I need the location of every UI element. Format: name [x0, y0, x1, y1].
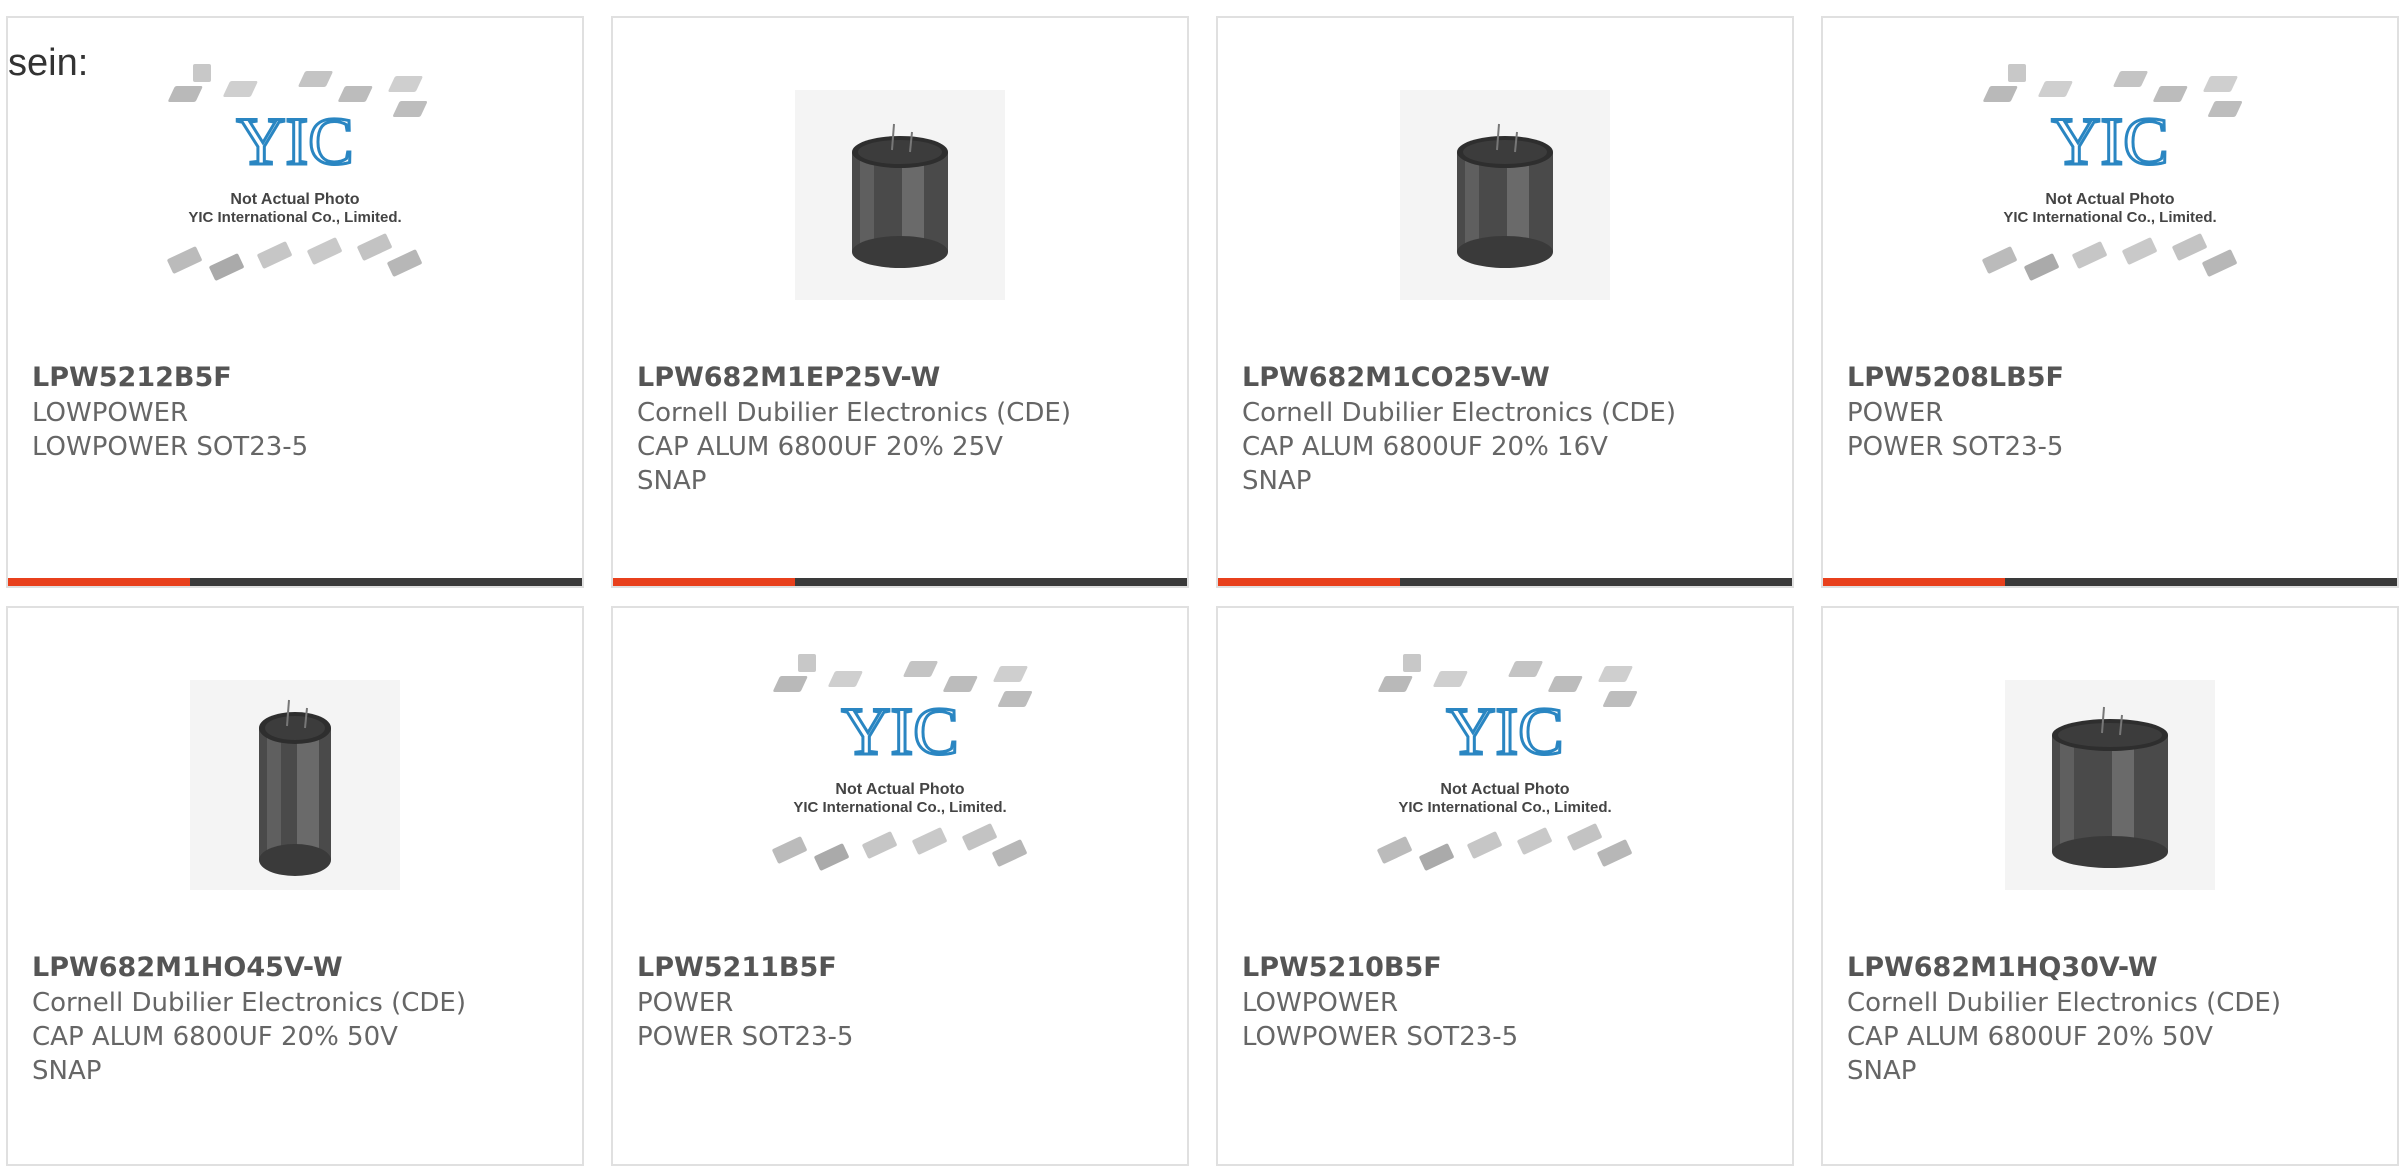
yic-placeholder-image[interactable]: YIC Not Actual Photo YIC International Co.… — [8, 56, 582, 338]
product-info: LPW5210B5F LOWPOWER LOWPOWER SOT23-5 — [1242, 952, 1780, 1054]
product-info: LPW682M1EP25V-W Cornell Dubilier Electron… — [637, 362, 1175, 498]
card-accent-bar — [1218, 578, 1792, 586]
placeholder-line1: Not Actual Photo — [835, 781, 964, 798]
product-card[interactable]: YIC Not Actual Photo YIC International Co.… — [1821, 16, 2399, 588]
lead-text: sein: — [8, 42, 89, 84]
manufacturer-name: LOWPOWER — [32, 398, 189, 428]
part-number-link[interactable]: LPW682M1CO25V-W — [1242, 362, 1780, 393]
product-card[interactable]: YIC Not Actual Photo YIC International Co.… — [6, 16, 584, 588]
product-description: CAP ALUM 6800UF 20% 16V — [1242, 432, 1608, 462]
part-number-link[interactable]: LPW682M1HO45V-W — [32, 952, 570, 983]
card-accent-bar — [613, 578, 1187, 586]
part-number-link[interactable]: LPW5210B5F — [1242, 952, 1780, 983]
manufacturer-name: POWER — [637, 988, 734, 1018]
product-package: SNAP — [637, 466, 707, 496]
product-info: LPW5208LB5F POWER POWER SOT23-5 — [1847, 362, 2385, 464]
product-description: POWER SOT23-5 — [637, 1022, 854, 1052]
product-info: LPW682M1CO25V-W Cornell Dubilier Electron… — [1242, 362, 1780, 498]
svg-text:YIC: YIC — [841, 693, 958, 769]
product-description: CAP ALUM 6800UF 20% 50V — [32, 1022, 398, 1052]
placeholder-line1: Not Actual Photo — [230, 191, 359, 208]
manufacturer-name: Cornell Dubilier Electronics (CDE) — [32, 988, 466, 1018]
part-number-link[interactable]: LPW5208LB5F — [1847, 362, 2385, 393]
product-card[interactable]: LPW682M1EP25V-W Cornell Dubilier Electron… — [611, 16, 1189, 588]
product-info: LPW682M1HQ30V-W Cornell Dubilier Electron… — [1847, 952, 2385, 1088]
manufacturer-name: POWER — [1847, 398, 1944, 428]
product-card[interactable]: YIC Not Actual Photo YIC International Co.… — [611, 606, 1189, 1166]
capacitor-tall-image[interactable] — [8, 680, 582, 962]
capacitor-image[interactable] — [1218, 90, 1792, 372]
placeholder-line2: YIC International Co., Limited. — [793, 799, 1006, 816]
product-package: SNAP — [32, 1056, 102, 1086]
product-package: SNAP — [1242, 466, 1312, 496]
product-grid: YIC Not Actual Photo YIC International Co.… — [0, 0, 2400, 1166]
product-description: CAP ALUM 6800UF 20% 50V — [1847, 1022, 2213, 1052]
card-accent-bar — [1823, 578, 2397, 586]
placeholder-line1: Not Actual Photo — [1440, 781, 1569, 798]
product-description: LOWPOWER SOT23-5 — [1242, 1022, 1519, 1052]
product-description: LOWPOWER SOT23-5 — [32, 432, 309, 462]
manufacturer-name: Cornell Dubilier Electronics (CDE) — [637, 398, 1071, 428]
manufacturer-name: LOWPOWER — [1242, 988, 1399, 1018]
yic-placeholder-image[interactable]: YIC Not Actual Photo YIC International Co.… — [613, 646, 1187, 928]
placeholder-line2: YIC International Co., Limited. — [2003, 209, 2216, 226]
part-number-link[interactable]: LPW5211B5F — [637, 952, 1175, 983]
capacitor-image[interactable] — [613, 90, 1187, 372]
capacitor-wide-image[interactable] — [1823, 680, 2397, 962]
yic-placeholder-image[interactable]: YIC Not Actual Photo YIC International Co.… — [1218, 646, 1792, 928]
product-info: LPW682M1HO45V-W Cornell Dubilier Electron… — [32, 952, 570, 1088]
product-package: SNAP — [1847, 1056, 1917, 1086]
placeholder-line1: Not Actual Photo — [2045, 191, 2174, 208]
product-card[interactable]: LPW682M1HO45V-W Cornell Dubilier Electron… — [6, 606, 584, 1166]
product-description: CAP ALUM 6800UF 20% 25V — [637, 432, 1003, 462]
product-info: LPW5211B5F POWER POWER SOT23-5 — [637, 952, 1175, 1054]
product-card[interactable]: YIC Not Actual Photo YIC International Co.… — [1216, 606, 1794, 1166]
placeholder-line2: YIC International Co., Limited. — [1398, 799, 1611, 816]
yic-placeholder-image[interactable]: YIC Not Actual Photo YIC International Co.… — [1823, 56, 2397, 338]
card-accent-bar — [8, 578, 582, 586]
svg-text:YIC: YIC — [1446, 693, 1563, 769]
manufacturer-name: Cornell Dubilier Electronics (CDE) — [1242, 398, 1676, 428]
part-number-link[interactable]: LPW682M1HQ30V-W — [1847, 952, 2385, 983]
svg-text:YIC: YIC — [236, 103, 353, 179]
part-number-link[interactable]: LPW5212B5F — [32, 362, 570, 393]
product-info: LPW5212B5F LOWPOWER LOWPOWER SOT23-5 — [32, 362, 570, 464]
svg-text:YIC: YIC — [2051, 103, 2168, 179]
product-description: POWER SOT23-5 — [1847, 432, 2064, 462]
placeholder-line2: YIC International Co., Limited. — [188, 209, 401, 226]
product-card[interactable]: LPW682M1CO25V-W Cornell Dubilier Electron… — [1216, 16, 1794, 588]
manufacturer-name: Cornell Dubilier Electronics (CDE) — [1847, 988, 2281, 1018]
product-card[interactable]: LPW682M1HQ30V-W Cornell Dubilier Electron… — [1821, 606, 2399, 1166]
part-number-link[interactable]: LPW682M1EP25V-W — [637, 362, 1175, 393]
